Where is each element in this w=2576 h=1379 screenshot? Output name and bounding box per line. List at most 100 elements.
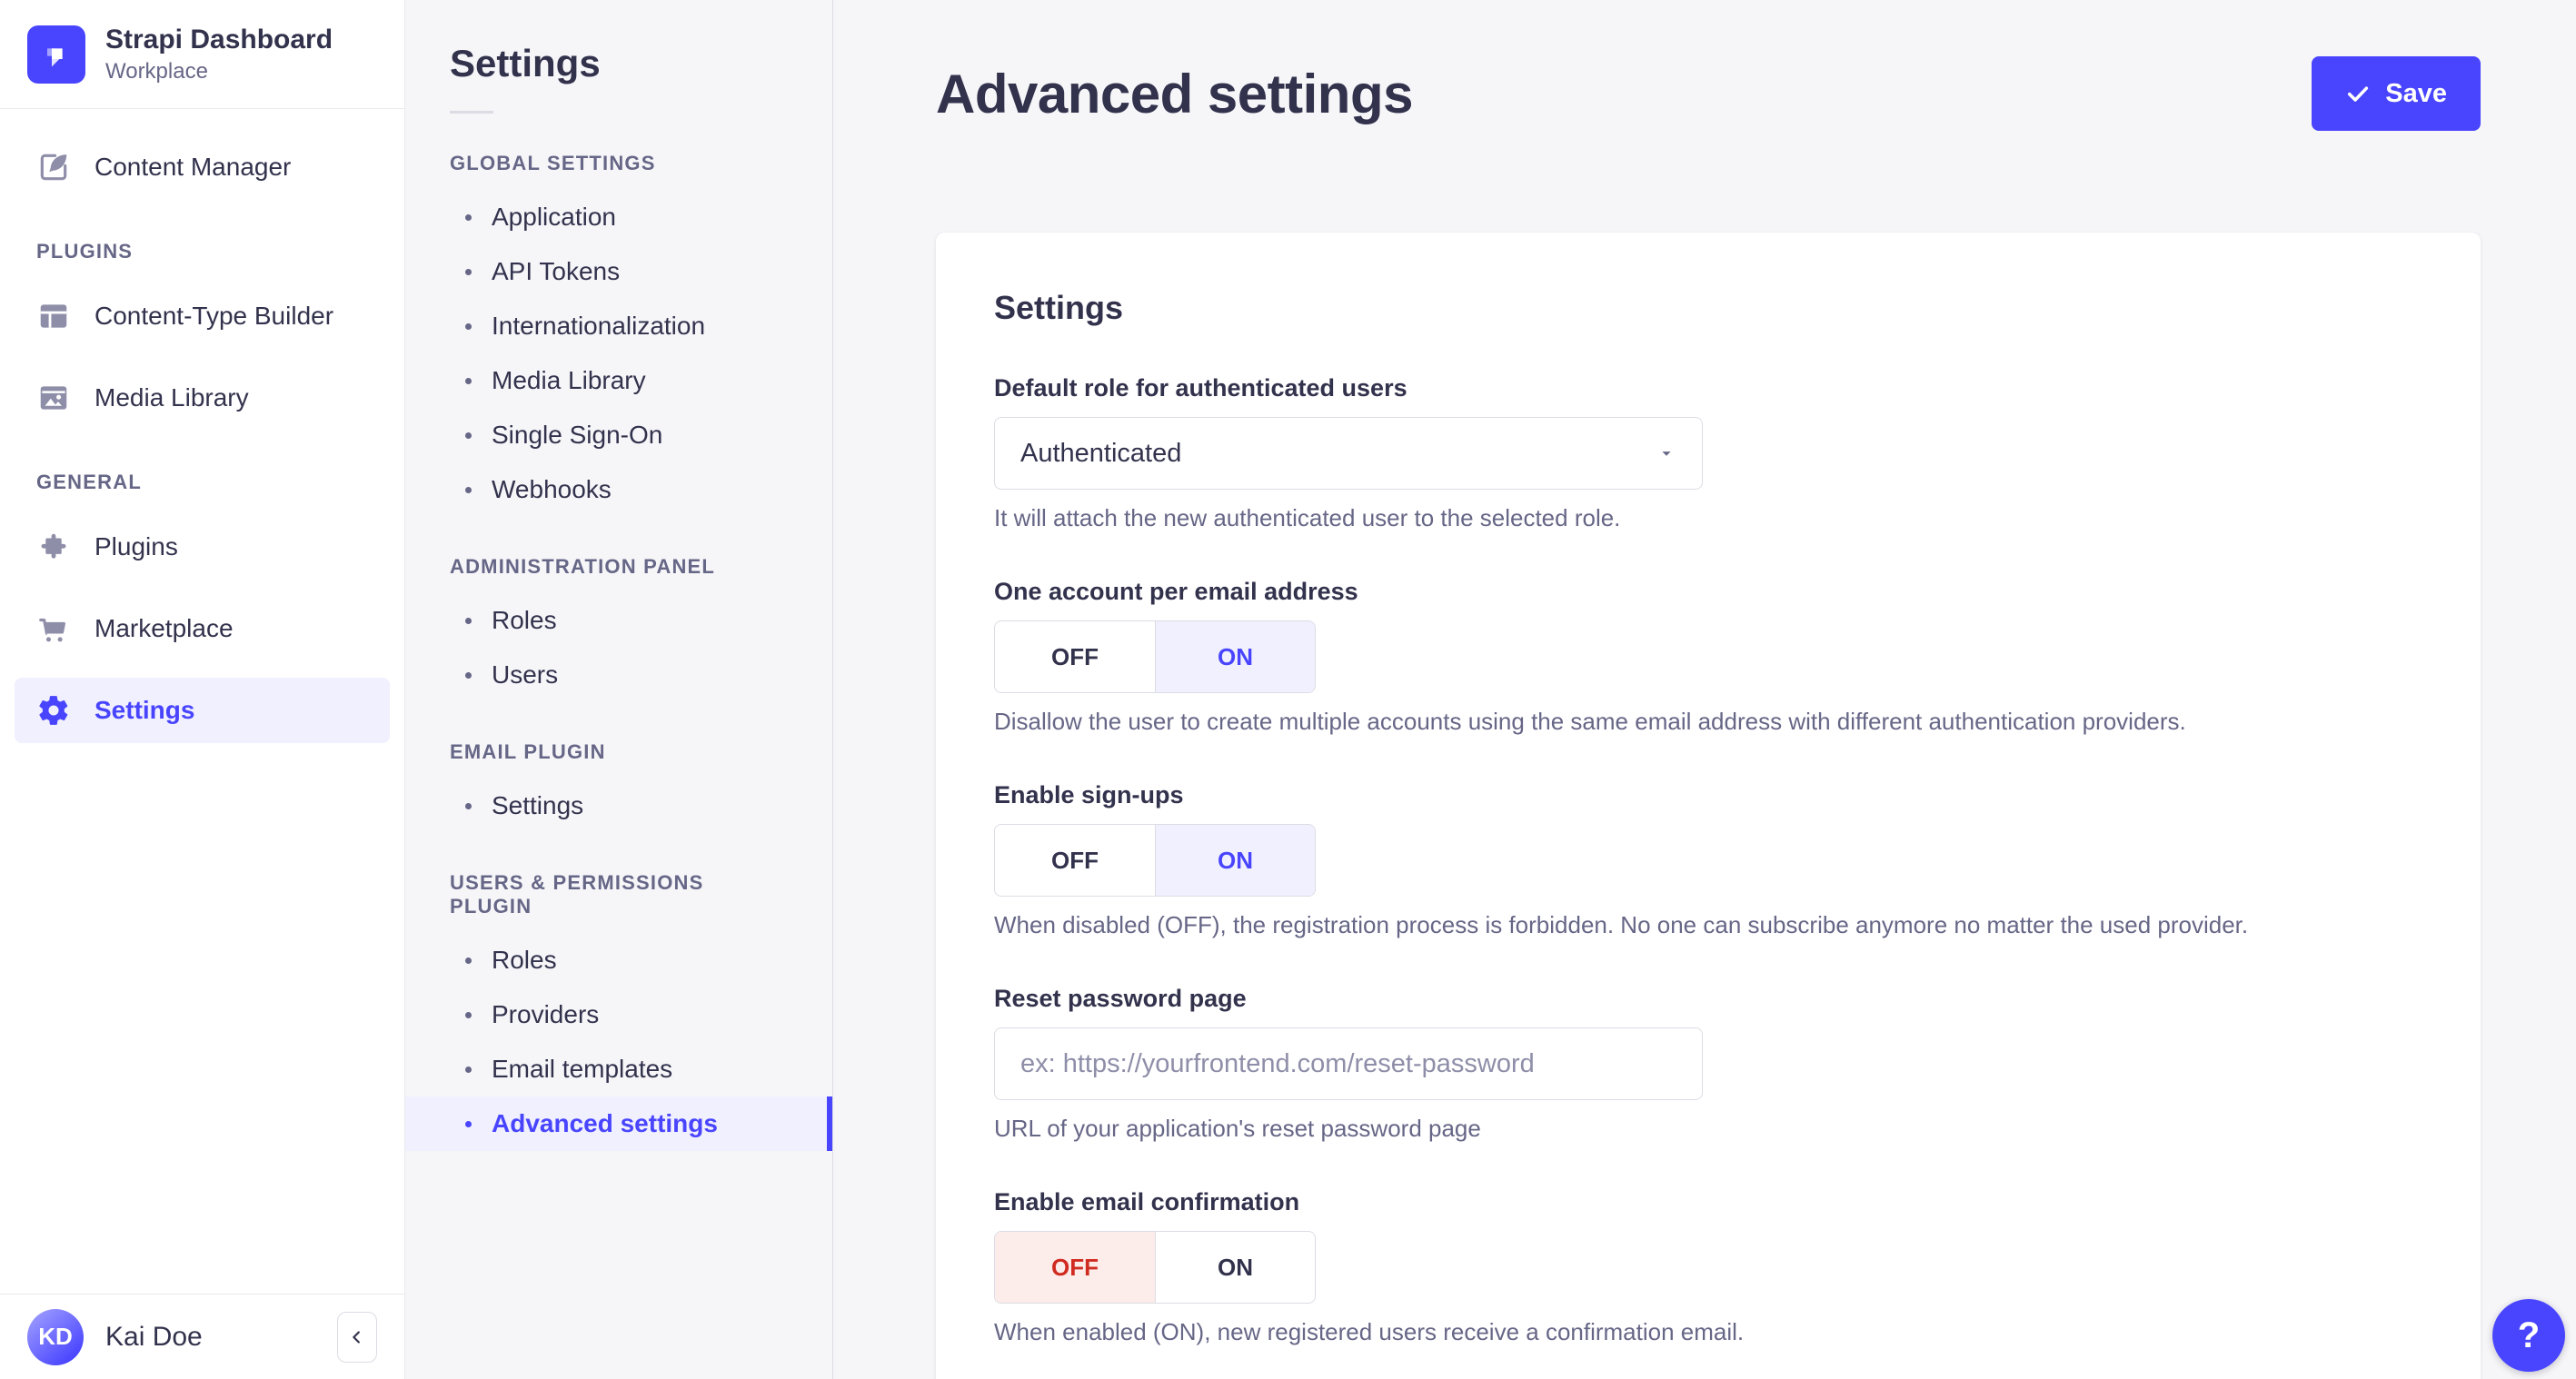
- sidebar-item-plugins[interactable]: Plugins: [15, 514, 390, 580]
- default-role-hint: It will attach the new authenticated use…: [994, 504, 1621, 531]
- subnav-item-email-settings[interactable]: Settings: [405, 779, 832, 833]
- bullet-icon: [465, 486, 472, 493]
- save-button-label: Save: [2385, 78, 2447, 108]
- sidebar-item-content-manager[interactable]: Content Manager: [15, 134, 390, 200]
- subnav-item-single-sign-on[interactable]: Single Sign-On: [405, 408, 832, 462]
- bullet-icon: [465, 322, 472, 330]
- sidebar-section-general: GENERAL: [36, 471, 142, 493]
- panel-title: Settings: [994, 289, 1124, 326]
- subnav-item-label: Single Sign-On: [492, 421, 663, 449]
- save-button[interactable]: Save: [2312, 56, 2481, 131]
- strapi-logo-icon: [27, 25, 85, 84]
- avatar[interactable]: KD: [27, 1308, 84, 1365]
- workspace-info: Strapi Dashboard Workplace: [105, 24, 333, 84]
- field-reset-password: Reset password page URL of your applicat…: [994, 985, 2422, 1143]
- sidebar-section-plugins: PLUGINS: [36, 240, 134, 263]
- sidebar-item-label: Media Library: [94, 383, 249, 412]
- one-account-toggle-off[interactable]: OFF: [995, 621, 1155, 692]
- email-confirmation-hint: When enabled (ON), new registered users …: [994, 1318, 1745, 1345]
- page-header: Advanced settings Save: [936, 0, 2481, 131]
- one-account-hint: Disallow the user to create multiple acc…: [994, 708, 2186, 735]
- bullet-icon: [465, 671, 472, 679]
- subnav-section-email-plugin: EMAIL PLUGIN: [450, 740, 606, 763]
- help-button[interactable]: ?: [2492, 1299, 2565, 1372]
- bullet-icon: [465, 617, 472, 624]
- email-confirmation-toggle-on[interactable]: ON: [1155, 1232, 1315, 1303]
- subnav-item-label: Media Library: [492, 366, 646, 394]
- bullet-icon: [465, 377, 472, 384]
- field-one-account: One account per email address OFF ON Dis…: [994, 578, 2422, 736]
- bullet-icon: [465, 1066, 472, 1073]
- reset-password-hint: URL of your application's reset password…: [994, 1115, 1481, 1142]
- user-name[interactable]: Kai Doe: [105, 1322, 315, 1353]
- bullet-icon: [465, 432, 472, 439]
- main-sidebar: Strapi Dashboard Workplace Content Manag…: [0, 0, 405, 1379]
- email-confirmation-toggle-off[interactable]: OFF: [995, 1232, 1155, 1303]
- gear-icon: [36, 693, 71, 728]
- signups-toggle-off[interactable]: OFF: [995, 825, 1155, 896]
- subnav-section-users-permissions-plugin: USERS & PERMISSIONS PLUGIN: [450, 871, 704, 918]
- app-root: Strapi Dashboard Workplace Content Manag…: [0, 0, 2576, 1379]
- signups-label: Enable sign-ups: [994, 781, 1184, 809]
- email-confirmation-toggle: OFF ON: [994, 1231, 1316, 1304]
- sidebar-footer: KD Kai Doe: [0, 1294, 404, 1379]
- subnav-item-label: Webhooks: [492, 475, 612, 503]
- sidebar-item-label: Settings: [94, 696, 195, 724]
- sidebar-item-content-type-builder[interactable]: Content-Type Builder: [15, 283, 390, 349]
- sidebar-item-settings[interactable]: Settings: [15, 678, 390, 743]
- email-confirmation-label: Enable email confirmation: [994, 1188, 1300, 1215]
- layout-icon: [36, 299, 71, 333]
- subnav-item-email-templates[interactable]: Email templates: [405, 1042, 832, 1096]
- subnav-item-up-roles[interactable]: Roles: [405, 933, 832, 987]
- subnav-item-internationalization[interactable]: Internationalization: [405, 299, 832, 353]
- subnav-item-label: Advanced settings: [492, 1109, 718, 1137]
- subnav-item-label: Internationalization: [492, 312, 706, 340]
- sidebar-item-marketplace[interactable]: Marketplace: [15, 596, 390, 661]
- reset-password-input[interactable]: [994, 1027, 1703, 1100]
- subnav-item-media-library[interactable]: Media Library: [405, 353, 832, 408]
- subnav-item-webhooks[interactable]: Webhooks: [405, 462, 832, 517]
- puzzle-icon: [36, 530, 71, 564]
- subnav-item-advanced-settings[interactable]: Advanced settings: [405, 1096, 832, 1151]
- feather-icon: [36, 150, 71, 184]
- subnav-item-application[interactable]: Application: [405, 190, 832, 244]
- one-account-toggle: OFF ON: [994, 620, 1316, 693]
- default-role-select[interactable]: Authenticated: [994, 417, 1703, 490]
- subnav-item-providers[interactable]: Providers: [405, 987, 832, 1042]
- subnav-item-admin-roles[interactable]: Roles: [405, 593, 832, 648]
- picture-icon: [36, 381, 71, 415]
- reset-password-label: Reset password page: [994, 985, 1247, 1012]
- subnav-item-label: Application: [492, 203, 616, 231]
- page-title: Advanced settings: [936, 63, 1413, 124]
- settings-card: Settings Default role for authenticated …: [936, 233, 2481, 1379]
- subnav-item-admin-users[interactable]: Users: [405, 648, 832, 702]
- field-email-confirmation: Enable email confirmation OFF ON When en…: [994, 1188, 2422, 1346]
- main-content: Advanced settings Save Settings Default …: [833, 0, 2576, 1379]
- signups-hint: When disabled (OFF), the registration pr…: [994, 911, 2249, 938]
- subnav-divider: [450, 111, 493, 114]
- subnav-item-api-tokens[interactable]: API Tokens: [405, 244, 832, 299]
- subnav-section-administration-panel: ADMINISTRATION PANEL: [450, 555, 716, 578]
- signups-toggle: OFF ON: [994, 824, 1316, 897]
- subnav-item-label: Providers: [492, 1000, 600, 1028]
- field-signups: Enable sign-ups OFF ON When disabled (OF…: [994, 781, 2422, 939]
- sidebar-item-label: Plugins: [94, 532, 178, 561]
- settings-subnav: Settings GLOBAL SETTINGS Application API…: [405, 0, 833, 1379]
- workspace-switcher[interactable]: Strapi Dashboard Workplace: [0, 0, 404, 109]
- subnav-item-label: Users: [492, 660, 559, 689]
- sidebar-item-media-library[interactable]: Media Library: [15, 365, 390, 431]
- collapse-sidebar-button[interactable]: [337, 1311, 377, 1363]
- bullet-icon: [465, 802, 472, 809]
- subnav-item-label: Roles: [492, 946, 557, 974]
- default-role-label: Default role for authenticated users: [994, 374, 1407, 402]
- default-role-value: Authenticated: [1020, 438, 1182, 468]
- check-icon: [2345, 81, 2371, 106]
- subnav-item-label: Roles: [492, 606, 557, 634]
- signups-toggle-on[interactable]: ON: [1155, 825, 1315, 896]
- cart-icon: [36, 611, 71, 646]
- one-account-toggle-on[interactable]: ON: [1155, 621, 1315, 692]
- bullet-icon: [465, 268, 472, 275]
- bullet-icon: [465, 957, 472, 964]
- subnav-item-label: Email templates: [492, 1055, 673, 1083]
- subnav-title: Settings: [450, 42, 601, 84]
